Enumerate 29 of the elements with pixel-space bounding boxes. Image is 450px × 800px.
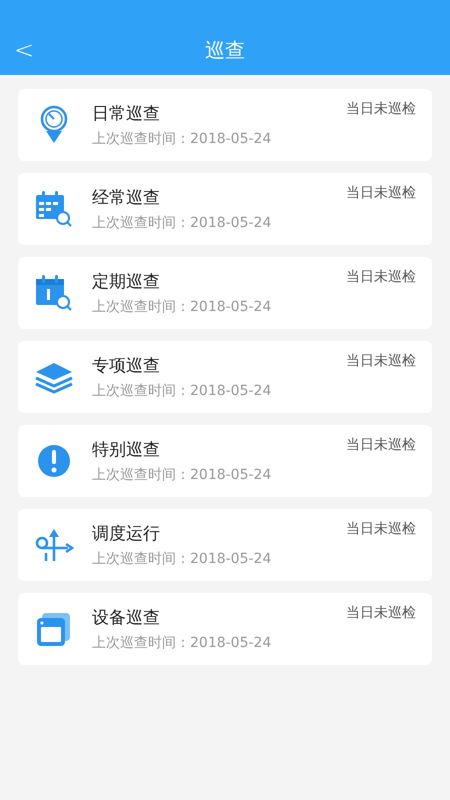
inspection-status: 当日未巡检 bbox=[346, 604, 416, 623]
inspection-title: 专项巡查 bbox=[92, 354, 161, 376]
last-inspection-time: 上次巡查时间：2018-05-24 bbox=[92, 130, 272, 148]
inspection-title: 定期巡查 bbox=[92, 270, 161, 292]
inspection-status: 当日未巡检 bbox=[346, 100, 416, 119]
inspection-title: 特别巡查 bbox=[92, 438, 161, 460]
inspection-card[interactable]: 专项巡查 上次巡查时间：2018-05-24 当日未巡检 bbox=[18, 341, 432, 413]
inspection-card[interactable]: 调度运行 上次巡查时间：2018-05-24 当日未巡检 bbox=[18, 509, 432, 581]
last-inspection-time: 上次巡查时间：2018-05-24 bbox=[92, 466, 272, 484]
last-inspection-time: 上次巡查时间：2018-05-24 bbox=[92, 214, 272, 232]
inspection-status: 当日未巡检 bbox=[346, 436, 416, 455]
inspection-status: 当日未巡检 bbox=[346, 520, 416, 539]
last-inspection-time: 上次巡查时间：2018-05-24 bbox=[92, 550, 272, 568]
inspection-card[interactable]: 日常巡查 上次巡查时间：2018-05-24 当日未巡检 bbox=[18, 89, 432, 161]
inspection-title: 经常巡查 bbox=[92, 186, 161, 208]
inspection-title: 调度运行 bbox=[92, 522, 161, 544]
inspection-card[interactable]: 特别巡查 上次巡查时间：2018-05-24 当日未巡检 bbox=[18, 425, 432, 497]
inspection-card[interactable]: 设备巡查 上次巡查时间：2018-05-24 当日未巡检 bbox=[18, 593, 432, 665]
inspection-title: 设备巡查 bbox=[92, 606, 161, 628]
last-inspection-time: 上次巡查时间：2018-05-24 bbox=[92, 298, 272, 316]
inspection-status: 当日未巡检 bbox=[346, 352, 416, 371]
page-title: 巡查 bbox=[205, 37, 245, 64]
inspection-card[interactable]: 经常巡查 上次巡查时间：2018-05-24 当日未巡检 bbox=[18, 173, 432, 245]
inspection-status: 当日未巡检 bbox=[346, 268, 416, 287]
inspection-title: 日常巡查 bbox=[92, 102, 161, 124]
inspection-card[interactable]: 定期巡查 上次巡查时间：2018-05-24 当日未巡检 bbox=[18, 257, 432, 329]
last-inspection-time: 上次巡查时间：2018-05-24 bbox=[92, 382, 272, 400]
last-inspection-time: 上次巡查时间：2018-05-24 bbox=[92, 634, 272, 652]
inspection-status: 当日未巡检 bbox=[346, 184, 416, 203]
